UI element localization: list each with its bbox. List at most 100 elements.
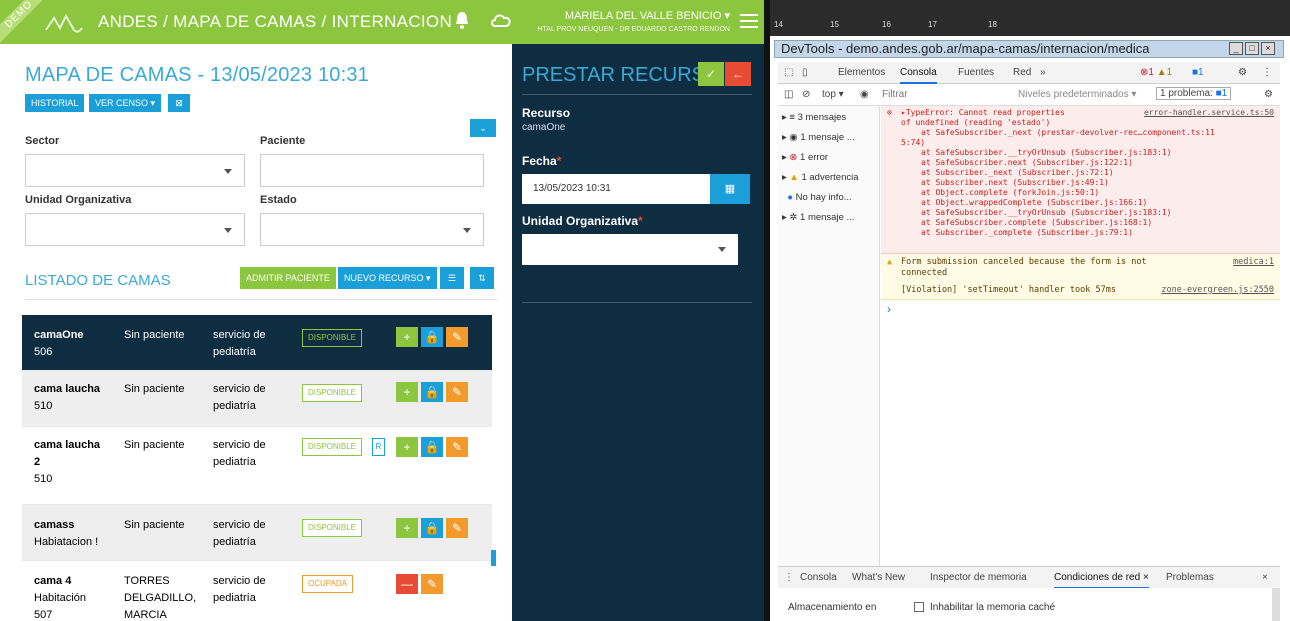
drawer-tab-memoria[interactable]: Inspector de memoria [930,572,1027,583]
violation-source-link[interactable]: zone-evergreen.js:2550 [1161,285,1274,296]
filter-input[interactable]: Filtrar [882,89,908,100]
lock-icon[interactable]: 🔒 [421,437,443,457]
scrollbar[interactable] [1272,588,1280,621]
historial-button[interactable]: HISTORIAL [25,94,85,112]
lock-icon[interactable]: 🔒 [421,382,443,402]
required-mark: * [638,214,643,228]
status-badge: DISPONIBLE [302,519,363,537]
tab-consola[interactable]: Consola [900,67,937,84]
error-count-badge[interactable]: ⊗1 ▲1 [1140,67,1172,78]
console-error-message[interactable]: ⊗ error-handler.service.ts:50 ▸TypeError… [881,106,1280,254]
info-count-badge[interactable]: ■1 [1192,67,1204,78]
drawer-tab-consola[interactable]: Consola [800,572,837,583]
add-icon[interactable]: + [396,437,418,457]
tab-elementos[interactable]: Elementos [838,67,885,78]
chevron-down-icon[interactable]: ⌄ [470,119,496,137]
sidebar-item-messages[interactable]: ▸ ≡ 3 mensajes [782,112,846,123]
scroll-indicator[interactable] [491,550,496,566]
table-row[interactable]: cama laucha 510 Sin paciente servicio de p… [22,371,492,427]
nuevo-recurso-button[interactable]: NUEVO RECURSO ▾ [338,267,437,289]
disable-cache-checkbox[interactable] [914,602,924,612]
filter-list-icon[interactable]: ☰ [440,267,464,289]
table-row[interactable]: camaOne 506 Sin paciente servicio de pedia… [22,315,492,371]
sidebar-item-verbose[interactable]: ▸ ✲ 1 mensaje ... [782,212,854,223]
console-settings-icon[interactable]: ⚙ [1264,89,1273,100]
problems-button[interactable]: 1 problema: ■1 [1156,87,1232,100]
back-arrow-icon[interactable]: ← [725,62,751,86]
error-source-link[interactable]: error-handler.service.ts:50 [1144,108,1274,118]
tab-red[interactable]: Red [1013,67,1031,78]
ruler-tick: 16 [882,20,891,29]
warning-source-link[interactable]: medica:1 [1233,257,1274,268]
more-tabs-button[interactable]: » [1040,67,1046,78]
cloud-sync-icon[interactable] [490,11,512,29]
drawer-tab-condiciones-red[interactable]: Condiciones de red × [1054,572,1149,589]
minimize-icon[interactable]: _ [1229,42,1243,55]
drawer-tab-whats-new[interactable]: What's New [852,572,905,583]
console-prompt[interactable]: › [887,302,891,316]
drawer-menu-icon[interactable]: ⋮ [784,572,794,583]
sidebar-item-errors[interactable]: ▸ ⊗ 1 error [782,152,828,163]
admitir-paciente-button[interactable]: ADMITIR PACIENTE [240,267,336,289]
devtools-drawer-tabs: ⋮ Consola What's New Inspector de memori… [778,566,1280,589]
layout-toggle-icon[interactable]: ⊠ [168,94,190,112]
settings-gear-icon[interactable]: ⚙ [1238,67,1247,78]
sidebar-toggle-icon[interactable]: ◫ [784,89,793,100]
estado-select[interactable] [260,213,484,246]
table-row[interactable]: cama 4 Habitación 507 TORRES DELGADILLO, MAR… [22,561,492,621]
console-output: ⊗ error-handler.service.ts:50 ▸TypeError… [881,106,1280,566]
page-title: MAPA DE CAMAS - 13/05/2023 10:31 [25,64,369,86]
unidad-organizativa-select[interactable] [522,234,738,265]
maximize-icon[interactable]: □ [1245,42,1259,55]
service-line: servicio de [213,575,266,587]
calendar-icon[interactable]: ▦ [710,174,750,204]
edit-icon[interactable]: ✎ [446,327,468,347]
sector-select[interactable] [25,154,245,187]
sidebar-item-info[interactable]: ● No hay info... [782,192,851,203]
close-drawer-icon[interactable]: × [1262,572,1268,583]
inspect-icon[interactable]: ⬚ [784,67,793,78]
warning-line: Form submission canceled because the for… [901,257,1147,267]
device-toggle-icon[interactable]: ▯ [802,67,808,78]
lock-icon[interactable]: 🔒 [421,327,443,347]
paciente-input[interactable] [260,154,484,187]
fecha-input[interactable]: 13/05/2023 10:31 [522,174,710,204]
kebab-menu-icon[interactable]: ⋮ [1262,67,1272,78]
edit-icon[interactable]: ✎ [446,518,468,538]
eye-icon[interactable]: ◉ [860,89,869,100]
bed-list: camaOne 506 Sin paciente servicio de pedia… [22,315,492,621]
user-menu[interactable]: MARIELA DEL VALLE BENICIO ▾ HTAL PROV NE… [530,10,730,36]
bed-name-text: 2 [34,456,41,468]
console-warning-message[interactable]: ▲ Form submission canceled because the f… [881,254,1280,300]
sort-icon[interactable]: ⇅ [470,267,494,289]
andes-logo-icon[interactable] [44,10,84,36]
service-line: pediatría [213,536,256,548]
tab-fuentes[interactable]: Fuentes [958,67,994,78]
edit-icon[interactable]: ✎ [446,382,468,402]
bell-icon[interactable] [454,10,470,30]
hamburger-menu-icon[interactable] [740,14,758,28]
sector-label: Sector [25,135,60,147]
close-icon[interactable]: × [1261,42,1275,55]
drawer-tab-problemas[interactable]: Problemas [1166,572,1214,583]
sidebar-item-warnings[interactable]: ▸ ▲ 1 advertencia [782,172,859,183]
edit-icon[interactable]: ✎ [446,437,468,457]
remove-icon[interactable]: — [396,574,418,594]
context-select[interactable]: top ▾ [822,89,844,100]
unidad-select[interactable] [25,213,245,246]
add-icon[interactable]: + [396,382,418,402]
confirm-check-icon[interactable]: ✓ [698,62,724,86]
sidebar-item-user-messages[interactable]: ▸ ◉ 1 mensaje ... [782,132,855,143]
bed-name: cama 4 Habitación 507 [34,573,86,621]
bed-patient: Sin paciente [124,519,185,531]
add-icon[interactable]: + [396,327,418,347]
lock-icon[interactable]: 🔒 [421,518,443,538]
add-icon[interactable]: + [396,518,418,538]
edit-icon[interactable]: ✎ [421,574,443,594]
table-row[interactable]: cama laucha 2 510 Sin paciente servicio de… [22,427,492,505]
ver-censo-button[interactable]: VER CENSO ▾ [89,94,162,112]
clear-console-icon[interactable]: ⊘ [802,89,810,100]
bed-room: 506 [34,346,53,358]
levels-select[interactable]: Niveles predeterminados ▾ [1018,89,1136,100]
table-row[interactable]: camass Habiatacion ! Sin paciente servici… [22,505,492,561]
